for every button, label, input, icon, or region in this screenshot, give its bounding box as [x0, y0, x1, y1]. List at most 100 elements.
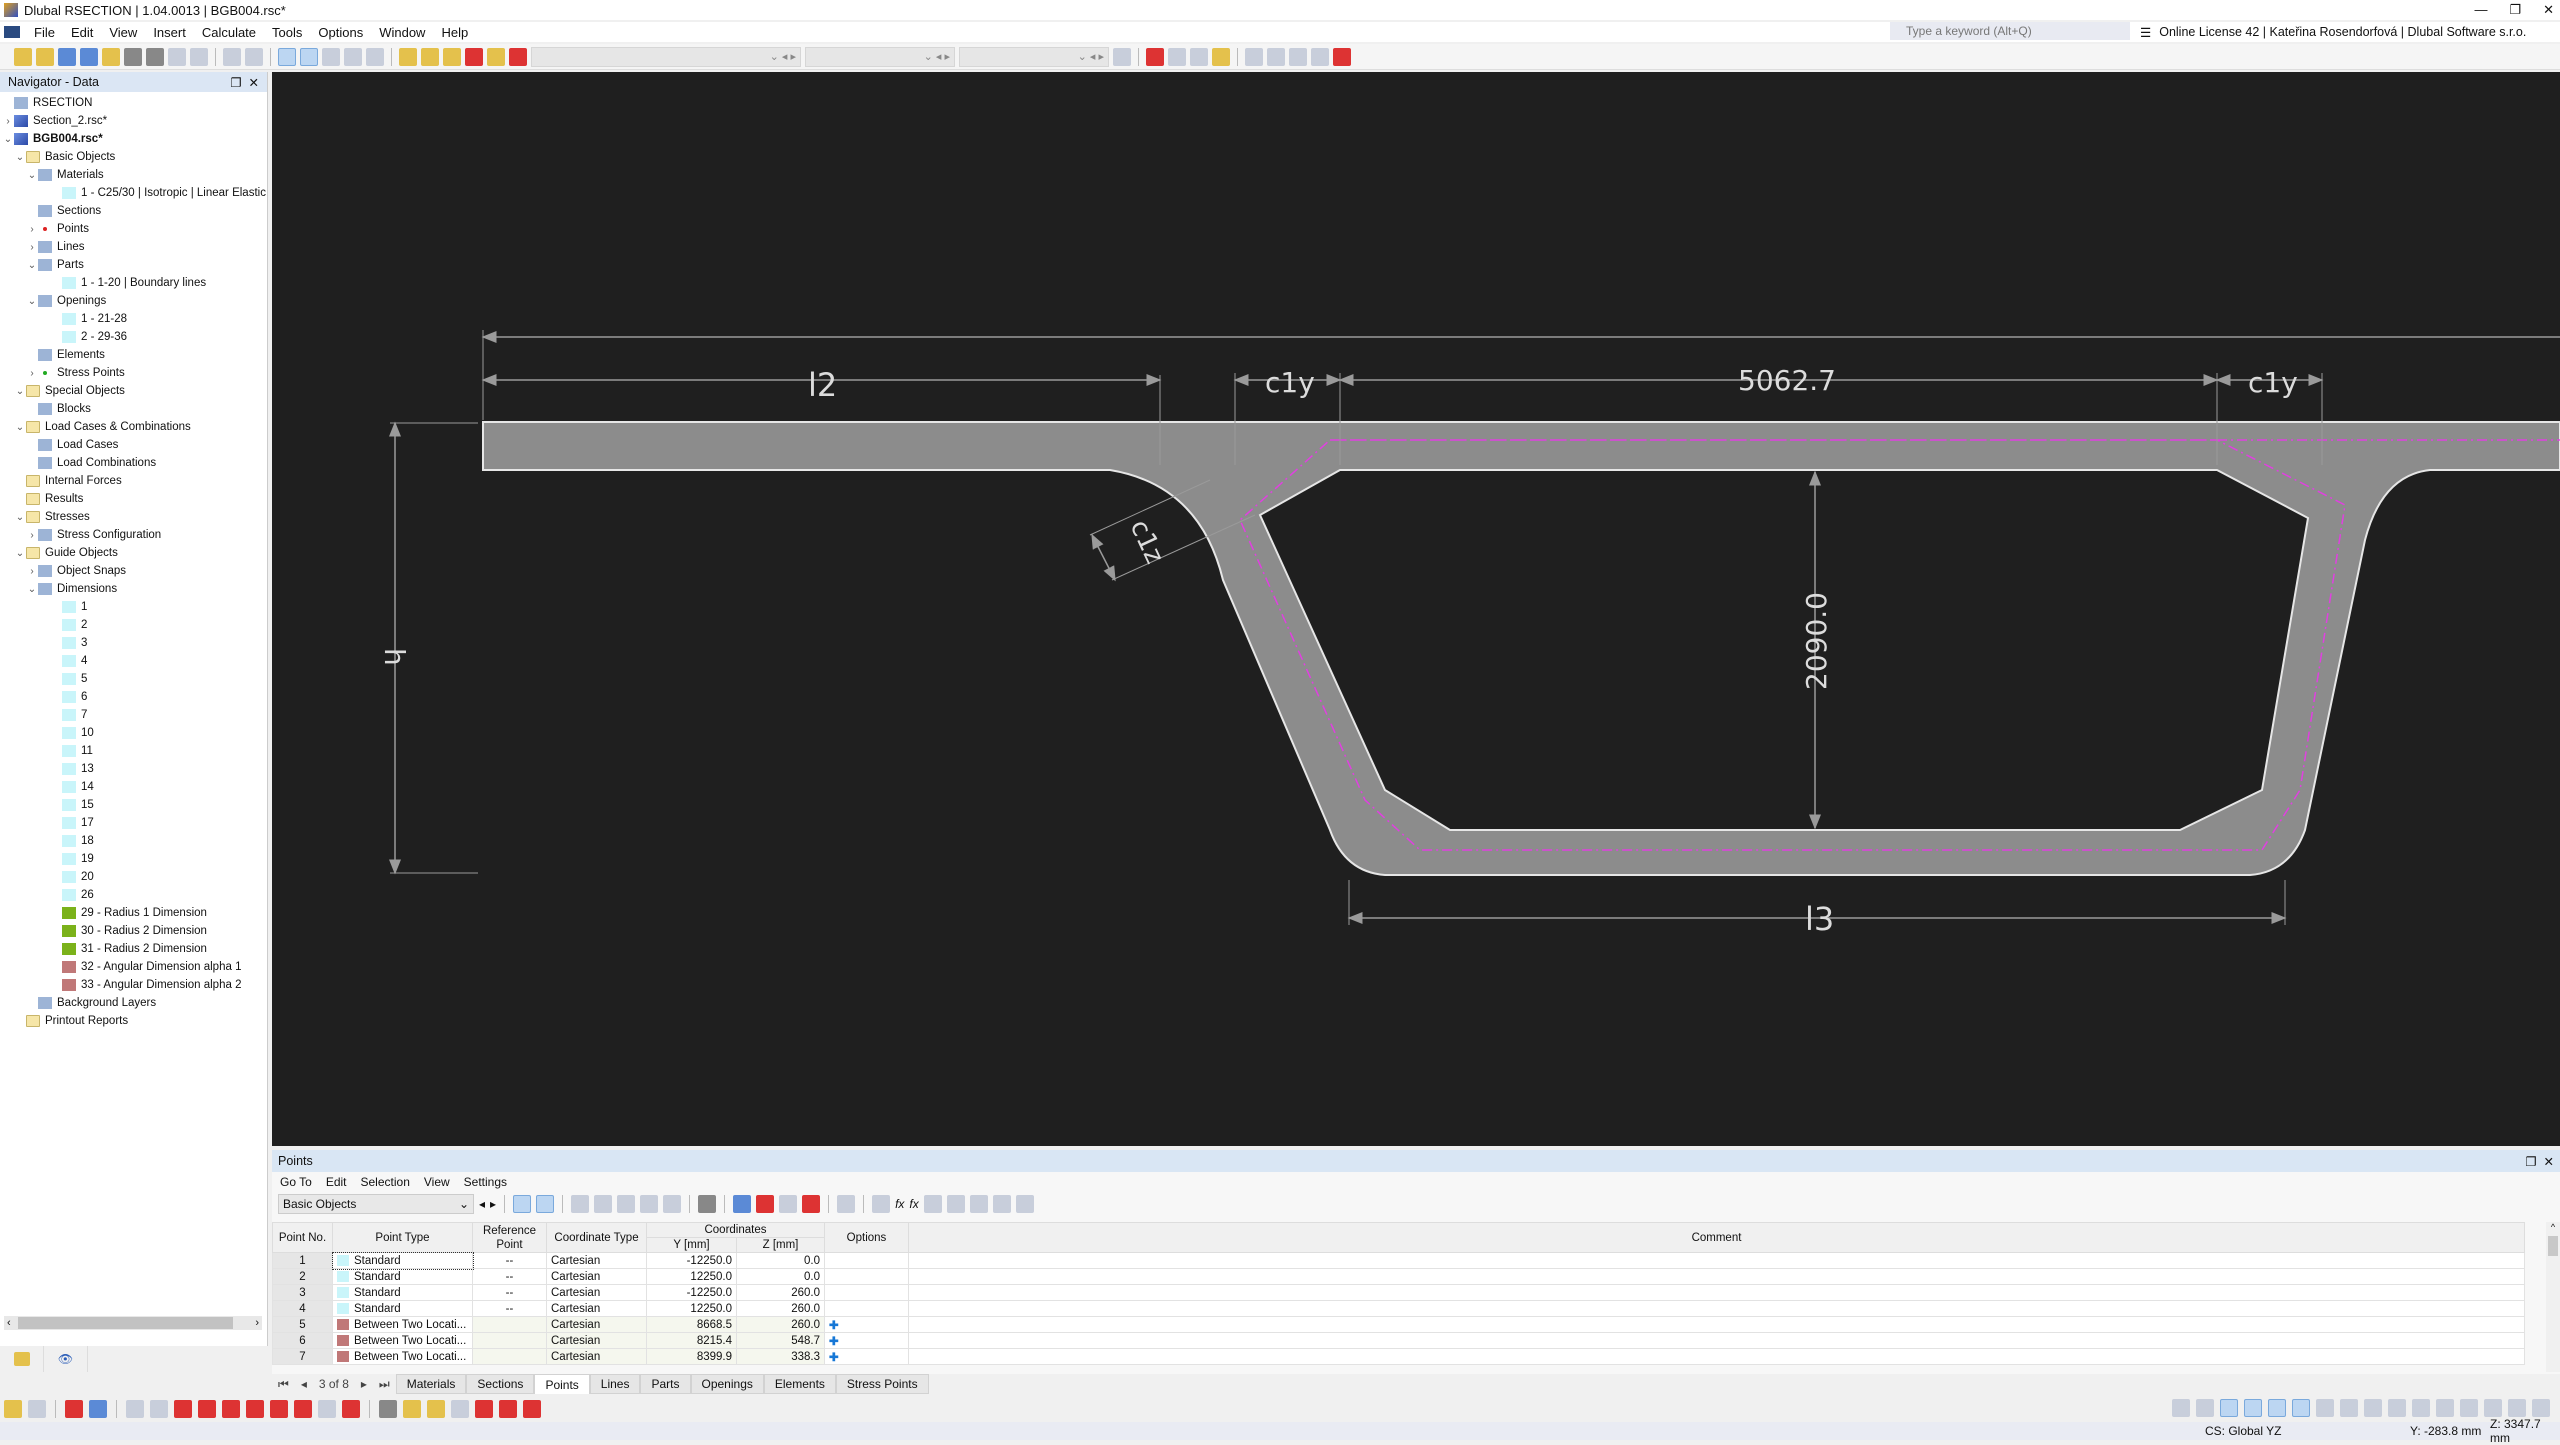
- tree-item[interactable]: RSECTION: [0, 94, 267, 112]
- cell-y[interactable]: 8215.4: [646, 1332, 737, 1349]
- table-view-icon[interactable]: [571, 1195, 590, 1213]
- ortho-icon[interactable]: [2268, 1399, 2286, 1417]
- open-file-icon[interactable]: [36, 47, 54, 66]
- filter-icon[interactable]: [923, 1195, 942, 1213]
- table-row[interactable]: 7 Between Two Locati... Cartesian 8399.9 338…: [272, 1348, 2525, 1365]
- redo-icon[interactable]: [245, 47, 263, 66]
- tree-item[interactable]: ⌄ Load Cases & Combinations: [0, 418, 267, 436]
- shift-right-icon[interactable]: [802, 1195, 821, 1213]
- chevron-right-icon[interactable]: ›: [26, 566, 38, 577]
- tree-item[interactable]: Printout Reports: [0, 1012, 267, 1030]
- zoom-reset-icon[interactable]: [1146, 47, 1164, 66]
- tab-stress-points[interactable]: Stress Points: [835, 1374, 929, 1394]
- element-new-icon[interactable]: [403, 1400, 421, 1418]
- cell-coordinate-type[interactable]: Cartesian: [546, 1252, 647, 1269]
- cell-coordinate-type[interactable]: Cartesian: [546, 1300, 647, 1317]
- scroll-thumb[interactable]: [2548, 1236, 2558, 1256]
- tree-item[interactable]: 5: [0, 670, 267, 688]
- tab-parts[interactable]: Parts: [640, 1374, 691, 1394]
- menu-insert[interactable]: Insert: [145, 25, 194, 40]
- object-filter-select[interactable]: Basic Objects ⌄: [278, 1194, 474, 1214]
- chevron-down-icon[interactable]: ⌄: [26, 260, 38, 271]
- cell-options[interactable]: [824, 1300, 909, 1317]
- object-snap-icon[interactable]: [2244, 1399, 2262, 1417]
- tab-openings[interactable]: Openings: [690, 1374, 764, 1394]
- panel-menu-view[interactable]: View: [424, 1175, 450, 1189]
- cell-z[interactable]: 548.7: [736, 1332, 825, 1349]
- tree-item[interactable]: 14: [0, 778, 267, 796]
- tree-item[interactable]: ⌄ Special Objects: [0, 382, 267, 400]
- float-panel-icon[interactable]: ❐: [2525, 1155, 2536, 1169]
- tree-item[interactable]: 4: [0, 652, 267, 670]
- grid-snap-icon[interactable]: [2220, 1399, 2238, 1417]
- tab-elements[interactable]: Elements: [763, 1374, 836, 1394]
- tree-item[interactable]: 20: [0, 868, 267, 886]
- chevron-down-icon[interactable]: ⌄: [26, 170, 38, 181]
- panel-icon[interactable]: [322, 47, 340, 66]
- snap-point-icon[interactable]: [4, 1400, 22, 1418]
- cell-comment[interactable]: [908, 1252, 2525, 1269]
- scroll-left-icon[interactable]: ‹: [7, 1317, 11, 1329]
- cell-y[interactable]: 8399.9: [646, 1348, 737, 1365]
- first-page-icon[interactable]: ⏮: [272, 1377, 295, 1392]
- cell-comment[interactable]: [908, 1300, 2525, 1317]
- help-icon[interactable]: [1015, 1195, 1034, 1213]
- new-opening-icon[interactable]: [465, 47, 483, 66]
- scroll-thumb[interactable]: [18, 1317, 233, 1329]
- snap-nearest-icon[interactable]: [2508, 1399, 2526, 1417]
- col-comment[interactable]: Comment: [908, 1222, 2525, 1253]
- cell-coordinate-type[interactable]: Cartesian: [546, 1268, 647, 1285]
- next-filter-icon[interactable]: ▸: [490, 1197, 496, 1211]
- element-options-icon[interactable]: [451, 1400, 469, 1418]
- col-coordinate-type[interactable]: Coordinate Type: [546, 1222, 647, 1253]
- cell-point-type[interactable]: Standard: [332, 1284, 473, 1301]
- menu-edit[interactable]: Edit: [63, 25, 101, 40]
- tables-toggle-icon[interactable]: [300, 47, 318, 66]
- new-part-icon[interactable]: [443, 47, 461, 66]
- cell-point-no[interactable]: 5: [272, 1316, 333, 1333]
- tree-item[interactable]: ⌄ Guide Objects: [0, 544, 267, 562]
- menu-help[interactable]: Help: [433, 25, 476, 40]
- tree-item[interactable]: ⌄ Parts: [0, 256, 267, 274]
- dlubal-center-icon[interactable]: [58, 47, 76, 66]
- new-line-icon[interactable]: [421, 47, 439, 66]
- wall-icon[interactable]: [379, 1400, 397, 1418]
- cell-point-no[interactable]: 3: [272, 1284, 333, 1301]
- undo-icon[interactable]: [223, 47, 241, 66]
- numbering-icon[interactable]: [89, 1400, 107, 1418]
- trim-icon[interactable]: [342, 1400, 360, 1418]
- menu-window[interactable]: Window: [371, 25, 433, 40]
- tree-item[interactable]: 32 - Angular Dimension alpha 1: [0, 958, 267, 976]
- chevron-right-icon[interactable]: ›: [2, 116, 14, 127]
- console-icon[interactable]: [344, 47, 362, 66]
- cell-reference-point[interactable]: --: [472, 1268, 547, 1285]
- cell-comment[interactable]: [908, 1348, 2525, 1365]
- last-page-icon[interactable]: ⏭: [373, 1377, 396, 1392]
- options-plus-icon[interactable]: ✚: [829, 1352, 839, 1364]
- cell-z[interactable]: 260.0: [736, 1316, 825, 1333]
- tree-item[interactable]: › Section_2.rsc*: [0, 112, 267, 130]
- tree-item[interactable]: › Object Snaps: [0, 562, 267, 580]
- cell-z[interactable]: 338.3: [736, 1348, 825, 1365]
- cell-reference-point[interactable]: [472, 1316, 547, 1333]
- insert-row-icon[interactable]: [594, 1195, 613, 1213]
- display-settings-icon[interactable]: [1212, 47, 1230, 66]
- element-edit-icon[interactable]: [427, 1400, 445, 1418]
- cell-comment[interactable]: [908, 1284, 2525, 1301]
- tree-item[interactable]: Background Layers: [0, 994, 267, 1012]
- rename-icon[interactable]: [872, 1195, 891, 1213]
- panel-menu-settings[interactable]: Settings: [464, 1175, 507, 1189]
- formula-icon[interactable]: fx: [895, 1197, 904, 1211]
- navigator-display-tab[interactable]: 👁: [44, 1346, 88, 1372]
- tree-item[interactable]: 33 - Angular Dimension alpha 2: [0, 976, 267, 994]
- ucs-icon[interactable]: [2172, 1399, 2190, 1417]
- element-b-icon[interactable]: [499, 1400, 517, 1418]
- snap-perpendicular-icon[interactable]: [2340, 1399, 2358, 1417]
- cell-comment[interactable]: [908, 1268, 2525, 1285]
- tree-item[interactable]: 31 - Radius 2 Dimension: [0, 940, 267, 958]
- scale-icon[interactable]: [1311, 47, 1329, 66]
- float-icon[interactable]: ❐: [230, 76, 241, 90]
- navigator-toggle-icon[interactable]: [278, 47, 296, 66]
- delete-icon[interactable]: [1333, 47, 1351, 66]
- cell-point-type[interactable]: Standard: [332, 1300, 473, 1317]
